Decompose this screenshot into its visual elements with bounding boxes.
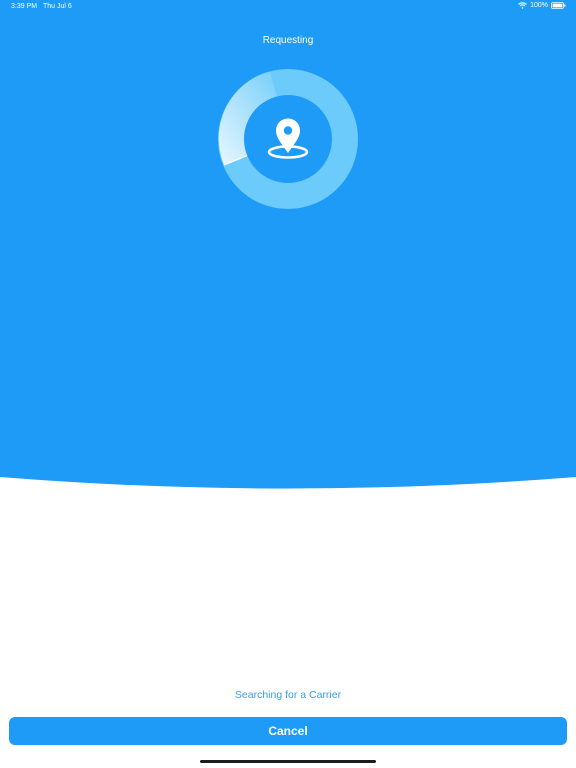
status-right-group: 100%	[518, 2, 566, 9]
page-title: Requesting	[262, 35, 314, 46]
radar-animation	[218, 69, 358, 209]
wifi-icon	[518, 2, 527, 9]
status-bar: 3:39 PM Thu Jul 6 100%	[0, 0, 576, 14]
searching-status-text: Searching for a Carrier	[234, 689, 342, 701]
battery-percent: 100%	[530, 2, 548, 9]
cancel-button[interactable]: Cancel	[9, 717, 567, 745]
battery-full-icon	[551, 2, 566, 9]
home-indicator[interactable]	[200, 760, 376, 763]
cancel-button-label: Cancel	[268, 724, 308, 738]
screen: 3:39 PM Thu Jul 6 100% Requesting Search…	[0, 0, 576, 768]
status-date: Thu Jul 6	[43, 3, 72, 10]
status-time: 3:39 PM	[11, 3, 38, 10]
location-pin-icon	[262, 113, 314, 165]
